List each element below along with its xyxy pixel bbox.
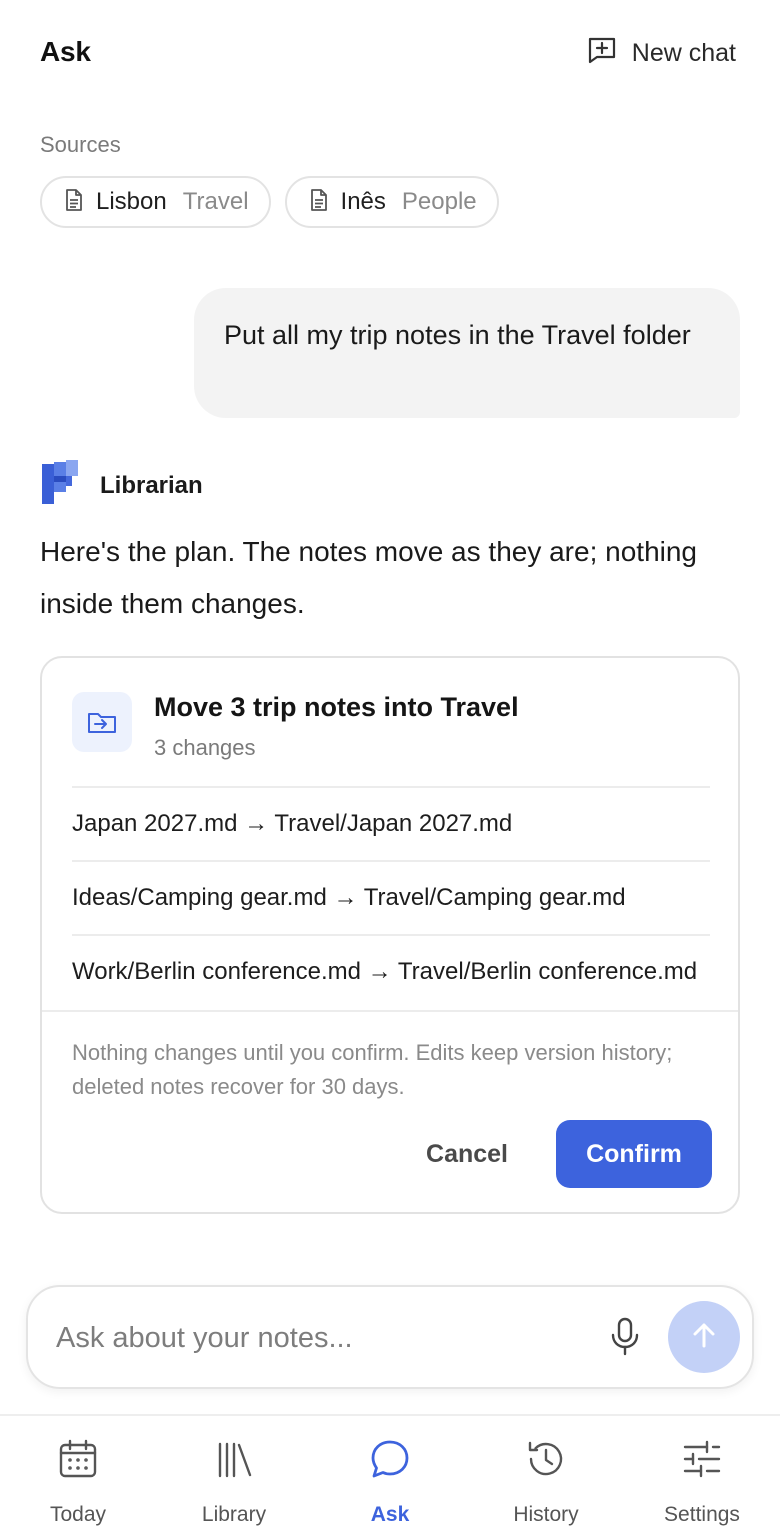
change-item-text: Japan 2027.md → Travel/Japan 2027.md bbox=[72, 810, 513, 837]
source-chip-folder: Travel bbox=[182, 188, 249, 215]
source-chip-name: Inês bbox=[340, 188, 386, 215]
confirm-notice: Nothing changes until you confirm. Edits… bbox=[72, 1040, 673, 1099]
sliders-icon bbox=[681, 1438, 723, 1485]
document-icon bbox=[62, 188, 86, 217]
nav-label: Today bbox=[49, 1503, 107, 1526]
history-icon bbox=[525, 1438, 567, 1485]
folder-move-icon bbox=[72, 692, 132, 752]
nav-item-today[interactable]: Today bbox=[0, 1416, 156, 1536]
source-chip-name: Lisbon bbox=[96, 188, 167, 215]
chat-bubble-icon bbox=[369, 1438, 411, 1485]
nav-item-history[interactable]: History bbox=[468, 1416, 624, 1536]
new-chat-icon bbox=[586, 34, 618, 73]
assistant-header: Librarian bbox=[40, 460, 203, 511]
source-chips: Lisbon Travel Inês People bbox=[40, 176, 499, 228]
change-item: Ideas/Camping gear.md → Travel/Camping g… bbox=[72, 860, 710, 934]
plan-card: Move 3 trip notes into Travel 3 changes … bbox=[40, 656, 740, 1214]
assistant-name: Librarian bbox=[100, 471, 203, 499]
plan-card-title: Move 3 trip notes into Travel bbox=[154, 692, 519, 722]
calendar-icon bbox=[57, 1438, 99, 1485]
nav-label: Settings bbox=[664, 1503, 740, 1526]
change-item-text: Work/Berlin conference.md → Travel/Berli… bbox=[72, 958, 698, 985]
arrow-up-icon bbox=[689, 1320, 719, 1355]
plan-card-subtitle: 3 changes bbox=[154, 735, 256, 760]
plan-card-header: Move 3 trip notes into Travel 3 changes bbox=[72, 692, 519, 761]
header: Ask New chat bbox=[0, 0, 780, 104]
change-item: Japan 2027.md → Travel/Japan 2027.md bbox=[72, 786, 710, 860]
new-chat-label: New chat bbox=[631, 39, 736, 67]
document-icon bbox=[307, 188, 331, 217]
user-message: Put all my trip notes in the Travel fold… bbox=[194, 288, 740, 418]
change-item: Work/Berlin conference.md → Travel/Berli… bbox=[72, 934, 710, 1008]
plan-card-footer: Nothing changes until you confirm. Edits… bbox=[42, 1010, 738, 1212]
source-chip-ines[interactable]: Inês People bbox=[284, 176, 499, 228]
nav-label: Library bbox=[201, 1503, 267, 1526]
microphone-icon[interactable] bbox=[608, 1317, 642, 1357]
nav-item-library[interactable]: Library bbox=[156, 1416, 312, 1536]
send-button[interactable] bbox=[668, 1301, 740, 1373]
library-icon bbox=[213, 1438, 255, 1485]
nav-label: History bbox=[513, 1503, 579, 1526]
source-chip-lisbon[interactable]: Lisbon Travel bbox=[40, 176, 271, 228]
assistant-message: Here's the plan. The notes move as they … bbox=[40, 536, 698, 619]
librarian-logo-icon bbox=[40, 460, 80, 511]
change-list: Japan 2027.md → Travel/Japan 2027.md Ide… bbox=[72, 786, 710, 1008]
confirm-button[interactable]: Confirm bbox=[556, 1120, 712, 1188]
nav-item-ask[interactable]: Ask bbox=[312, 1416, 468, 1536]
change-item-text: Ideas/Camping gear.md → Travel/Camping g… bbox=[72, 884, 626, 911]
ask-input[interactable] bbox=[56, 1315, 576, 1361]
nav-item-settings[interactable]: Settings bbox=[624, 1416, 780, 1536]
new-chat-button[interactable]: New chat bbox=[586, 34, 736, 73]
sources-label: Sources bbox=[40, 132, 121, 157]
cancel-button[interactable]: Cancel bbox=[422, 1120, 512, 1188]
source-chip-folder: People bbox=[401, 188, 477, 215]
bottom-nav: Today Library Ask History Settings bbox=[0, 1414, 780, 1536]
page-title: Ask bbox=[40, 36, 91, 67]
nav-label: Ask bbox=[370, 1503, 410, 1526]
composer bbox=[26, 1285, 754, 1389]
